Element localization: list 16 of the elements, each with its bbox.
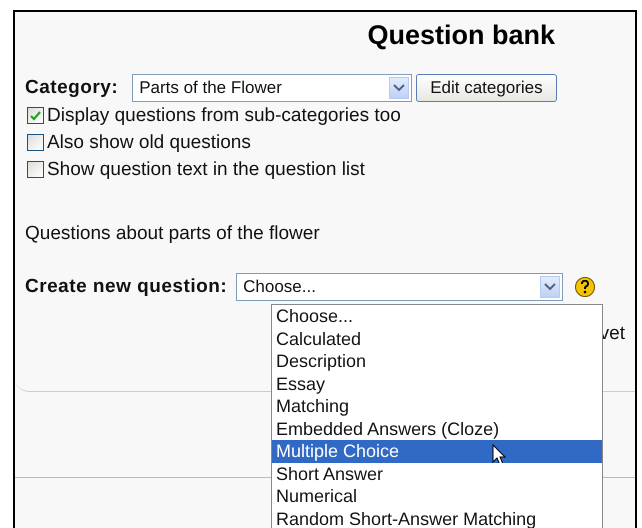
checkbox-label: Display questions from sub-categories too	[47, 104, 401, 126]
create-question-label: Create new question:	[25, 276, 228, 298]
help-icon[interactable]	[575, 277, 596, 297]
question-type-select[interactable]: Choose...	[236, 273, 564, 301]
page-title: Question bank	[367, 20, 555, 51]
checkbox[interactable]	[27, 107, 44, 124]
checkbox[interactable]	[27, 134, 44, 151]
menu-option[interactable]: Multiple Choice	[272, 440, 602, 462]
category-select[interactable]: Parts of the Flower	[132, 74, 412, 102]
cursor-icon	[492, 444, 506, 466]
category-label: Category:	[25, 77, 118, 99]
category-description: Questions about parts of the flower	[25, 223, 321, 245]
checkbox-label: Also show old questions	[47, 132, 251, 154]
edit-categories-button[interactable]: Edit categories	[416, 74, 557, 102]
checkbox-label: Show question text in the question list	[47, 158, 365, 180]
checkbox[interactable]	[27, 161, 44, 178]
